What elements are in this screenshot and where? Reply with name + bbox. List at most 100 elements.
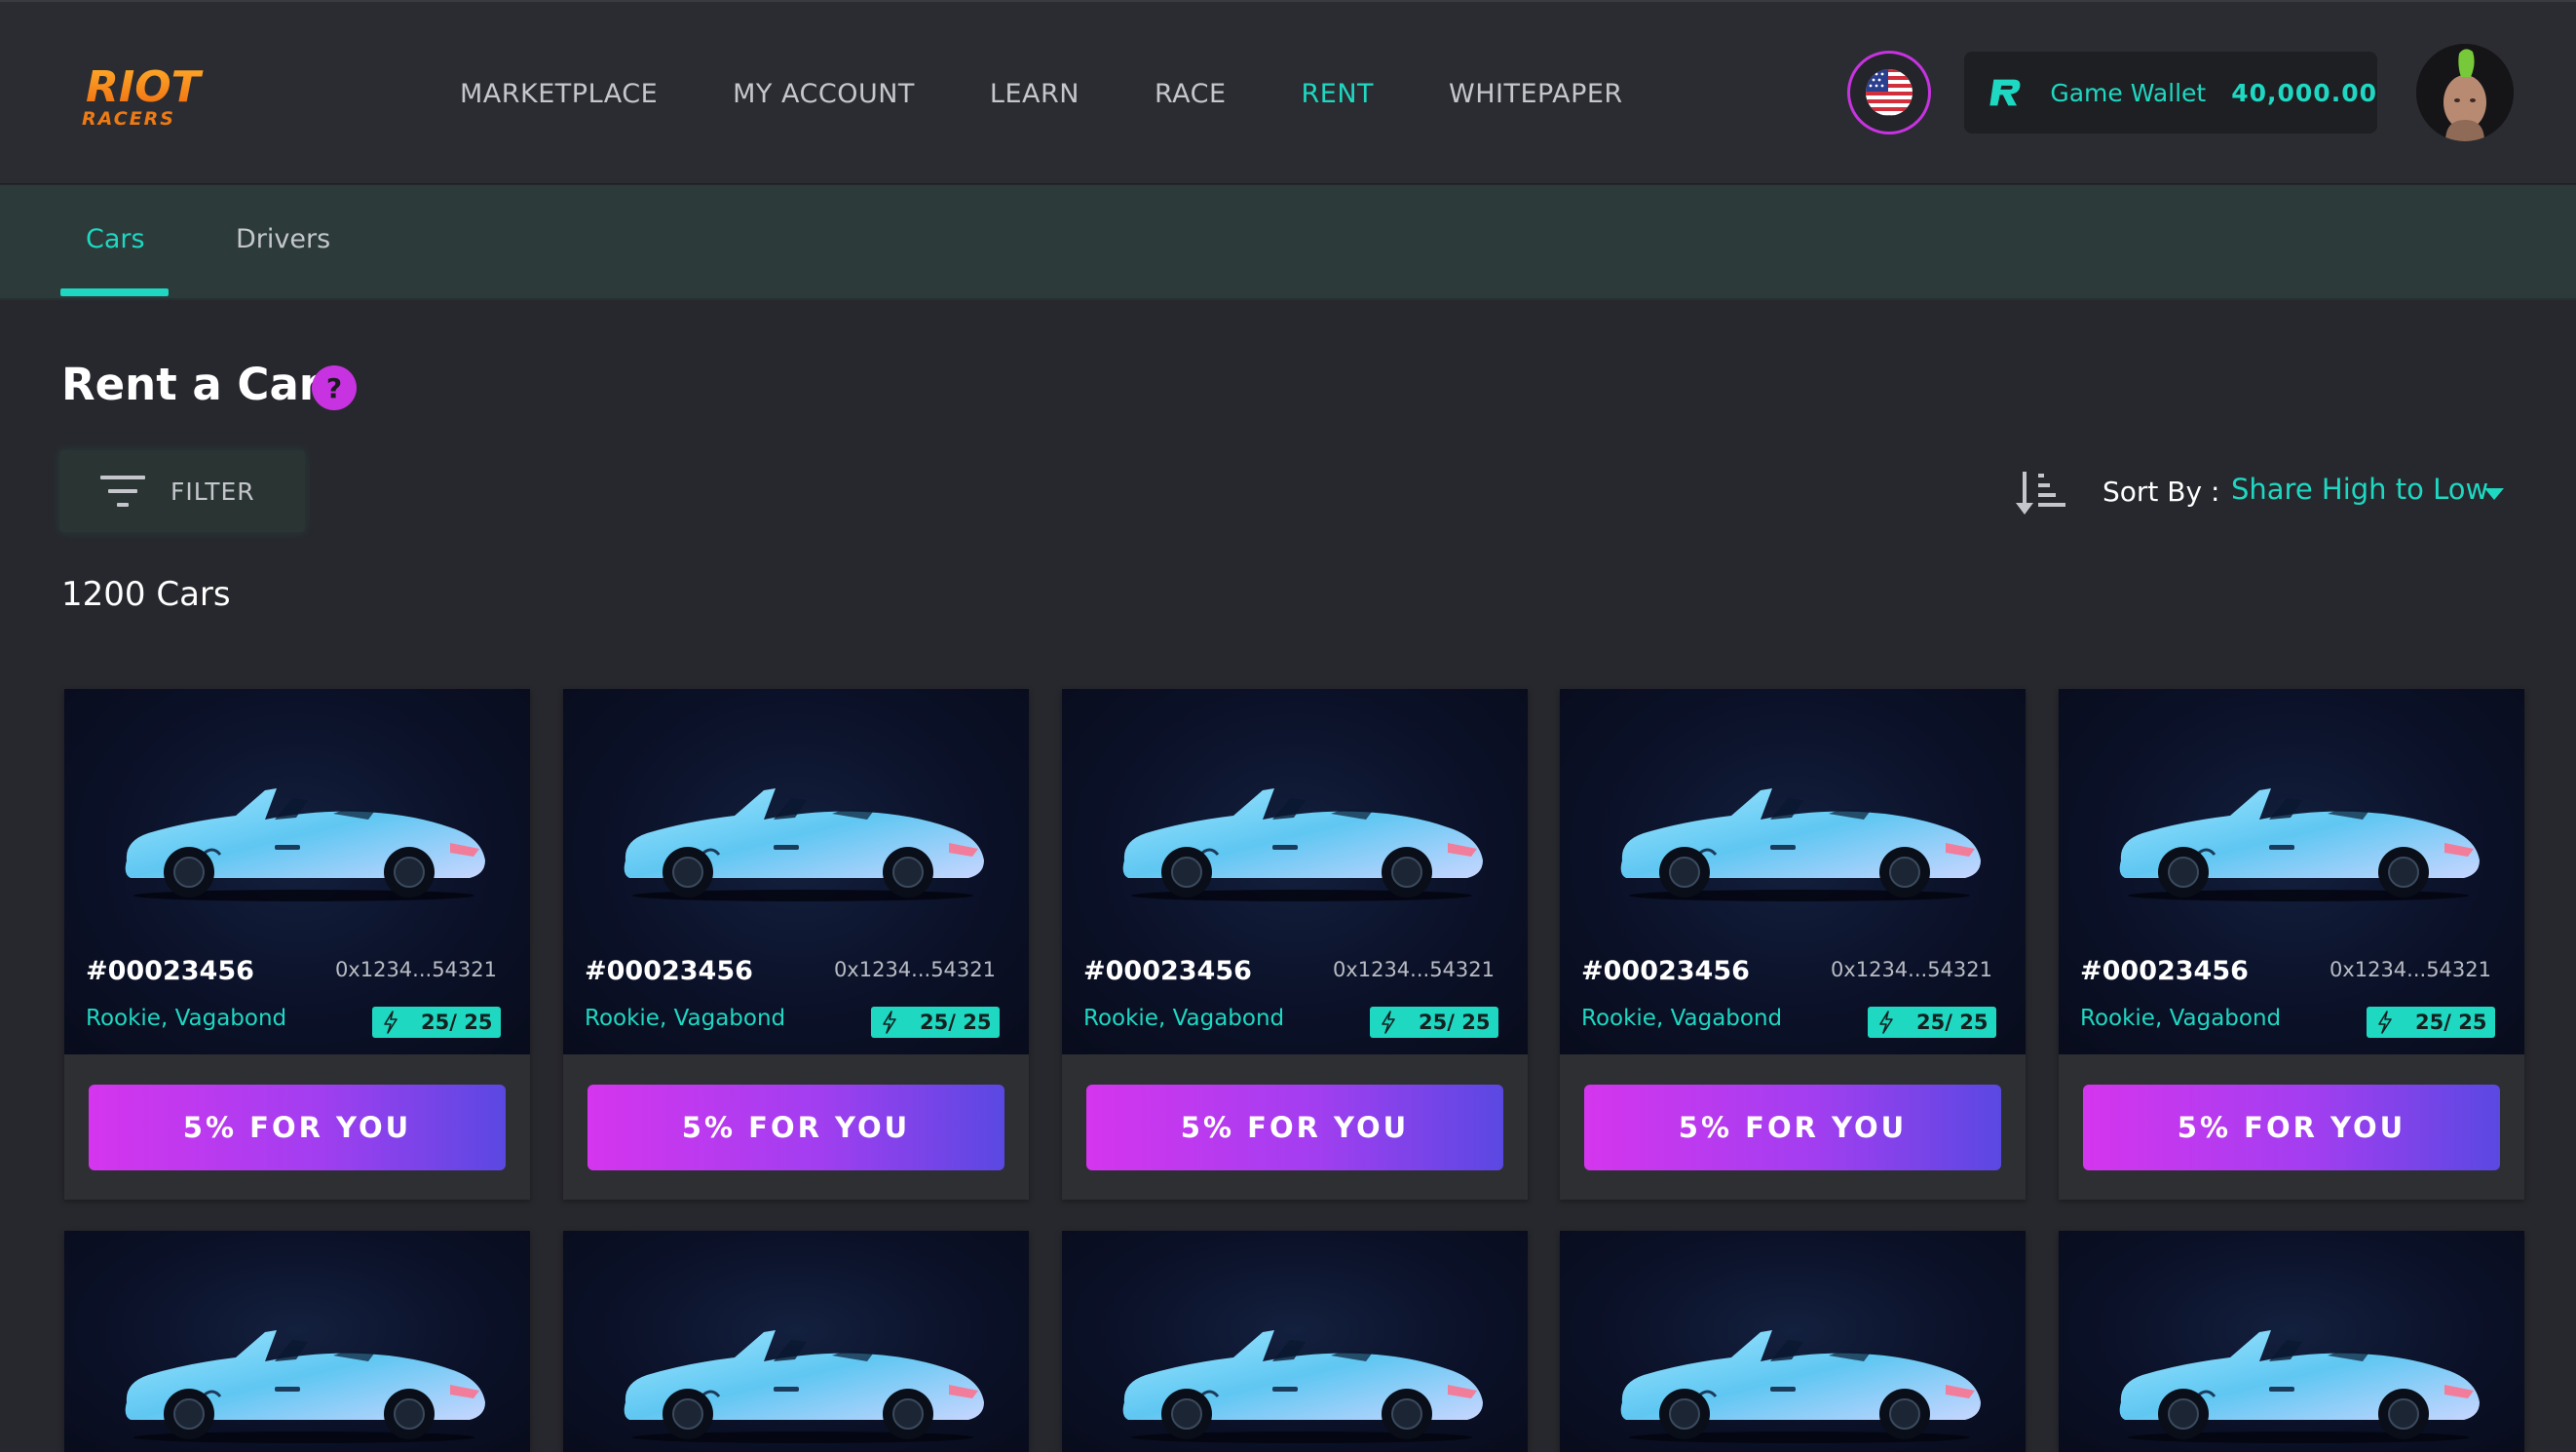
car-card[interactable] [64, 1231, 530, 1452]
car-image-panel [2059, 1231, 2524, 1452]
car-card[interactable] [563, 1231, 1029, 1452]
car-image [624, 1330, 984, 1443]
owner-address: 0x1234...54321 [334, 958, 497, 981]
lightning-icon [883, 1011, 896, 1034]
rent-share-label: 5% FOR YOU [1678, 1111, 1908, 1144]
car-class: Rookie, Vagabond [1083, 1006, 1285, 1031]
car-card[interactable]: #00023456 0x1234...54321 Rookie, Vagabond 2… [64, 689, 530, 1200]
energy-value: 25/ 25 [2415, 1011, 2487, 1034]
car-image [1620, 1330, 1981, 1443]
lightning-icon [2378, 1011, 2392, 1034]
car-image-panel [563, 1231, 1029, 1452]
car-image [125, 788, 485, 901]
nav-whitepaper[interactable]: WHITEPAPER [1449, 75, 1623, 114]
wallet-amount: 40,000.00 [2231, 78, 2377, 107]
rent-subtabs: Cars Drivers [0, 185, 2576, 300]
energy-value: 25/ 25 [421, 1011, 493, 1034]
car-image-panel: #00023456 0x1234...54321 Rookie, Vagabond 2… [2059, 689, 2524, 1054]
lightning-icon [1879, 1011, 1893, 1034]
car-image-panel: #00023456 0x1234...54321 Rookie, Vagabond 2… [64, 689, 530, 1054]
car-image [1620, 788, 1981, 901]
car-class: Rookie, Vagabond [86, 1006, 287, 1031]
car-image-panel: #00023456 0x1234...54321 Rookie, Vagabond 2… [1062, 689, 1528, 1054]
energy-badge: 25/ 25 [1370, 1007, 1498, 1038]
energy-badge: 25/ 25 [871, 1007, 1000, 1038]
rent-share-button[interactable]: 5% FOR YOU [1584, 1085, 2001, 1170]
us-flag-icon [1866, 69, 1913, 116]
wallet-label: Game Wallet [2050, 78, 2207, 107]
car-card[interactable]: #00023456 0x1234...54321 Rookie, Vagabond 2… [1560, 689, 2026, 1200]
car-image [624, 788, 984, 901]
car-id: #00023456 [585, 956, 753, 986]
car-class: Rookie, Vagabond [585, 1006, 786, 1031]
car-class: Rookie, Vagabond [1581, 1006, 1783, 1031]
language-selector[interactable] [1847, 51, 1931, 134]
riot-racers-logo[interactable]: RIOT RACERS [82, 60, 252, 131]
car-id: #00023456 [86, 956, 254, 986]
sort-select[interactable]: Share High to Low [2231, 473, 2488, 506]
car-card[interactable]: #00023456 0x1234...54321 Rookie, Vagabond 2… [563, 689, 1029, 1200]
result-count: 1200 Cars [61, 575, 231, 614]
rent-share-label: 5% FOR YOU [182, 1111, 412, 1144]
tab-drivers[interactable]: Drivers [236, 224, 330, 254]
car-image [125, 1330, 485, 1443]
filter-button[interactable]: FILTER [59, 450, 305, 532]
car-class: Rookie, Vagabond [2080, 1006, 2282, 1031]
nav-my-account[interactable]: MY ACCOUNT [733, 75, 915, 114]
active-tab-indicator [60, 288, 169, 296]
filter-label: FILTER [170, 477, 255, 506]
riot-r-icon [1989, 79, 2021, 106]
chevron-down-icon[interactable] [2484, 488, 2504, 500]
sort-label: Sort By : [2102, 476, 2220, 508]
lightning-icon [1382, 1011, 1395, 1034]
car-image [1122, 1330, 1483, 1443]
energy-badge: 25/ 25 [372, 1007, 501, 1038]
rent-share-button[interactable]: 5% FOR YOU [2083, 1085, 2500, 1170]
car-image-panel: #00023456 0x1234...54321 Rookie, Vagabond 2… [1560, 689, 2026, 1054]
owner-address: 0x1234...54321 [1830, 958, 1992, 981]
car-id: #00023456 [2080, 956, 2249, 986]
car-image [2119, 788, 2480, 901]
car-image-panel [1062, 1231, 1528, 1452]
car-image-panel [1560, 1231, 2026, 1452]
car-image [2119, 1330, 2480, 1443]
nav-learn[interactable]: LEARN [990, 75, 1080, 114]
car-image-panel [64, 1231, 530, 1452]
page-title: Rent a Car [61, 359, 322, 410]
energy-badge: 25/ 25 [1868, 1007, 1996, 1038]
car-card[interactable] [1062, 1231, 1528, 1452]
nav-rent[interactable]: RENT [1302, 75, 1375, 114]
rent-share-label: 5% FOR YOU [1180, 1111, 1410, 1144]
top-header: RIOT RACERS MARKETPLACE MY ACCOUNT LEARN… [0, 0, 2576, 184]
car-card[interactable] [2059, 1231, 2524, 1452]
car-image [1122, 788, 1483, 901]
car-id: #00023456 [1581, 956, 1750, 986]
logo-text-bottom: RACERS [82, 108, 175, 130]
nav-marketplace[interactable]: MARKETPLACE [460, 75, 658, 114]
car-id: #00023456 [1083, 956, 1252, 986]
owner-address: 0x1234...54321 [1332, 958, 1495, 981]
sort-descending-icon[interactable] [2015, 468, 2069, 518]
lightning-icon [384, 1011, 398, 1034]
energy-badge: 25/ 25 [2367, 1007, 2495, 1038]
energy-value: 25/ 25 [920, 1011, 992, 1034]
nav-race[interactable]: RACE [1155, 75, 1227, 114]
car-card[interactable]: #00023456 0x1234...54321 Rookie, Vagabond 2… [1062, 689, 1528, 1200]
game-wallet[interactable]: Game Wallet 40,000.00 [1964, 52, 2377, 134]
help-icon[interactable]: ? [312, 365, 357, 410]
rent-share-label: 5% FOR YOU [2177, 1111, 2406, 1144]
filter-icon [100, 476, 145, 507]
car-card[interactable] [1560, 1231, 2026, 1452]
energy-value: 25/ 25 [1916, 1011, 1989, 1034]
rent-share-label: 5% FOR YOU [681, 1111, 911, 1144]
rent-share-button[interactable]: 5% FOR YOU [89, 1085, 506, 1170]
user-avatar[interactable] [2416, 44, 2514, 141]
car-card[interactable]: #00023456 0x1234...54321 Rookie, Vagabond 2… [2059, 689, 2524, 1200]
rent-share-button[interactable]: 5% FOR YOU [587, 1085, 1004, 1170]
owner-address: 0x1234...54321 [2329, 958, 2491, 981]
rent-share-button[interactable]: 5% FOR YOU [1086, 1085, 1503, 1170]
logo-text-top: RIOT [86, 62, 204, 112]
energy-value: 25/ 25 [1419, 1011, 1491, 1034]
tab-cars[interactable]: Cars [86, 224, 145, 254]
owner-address: 0x1234...54321 [833, 958, 996, 981]
